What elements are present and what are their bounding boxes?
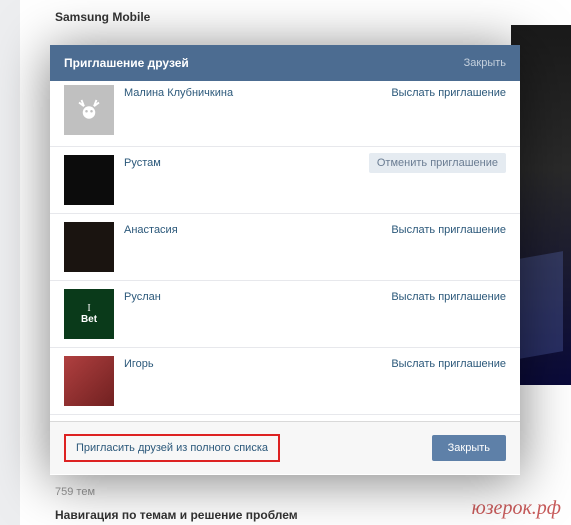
page-title[interactable]: Samsung Mobile [55,10,150,24]
friend-row: Рустам Отменить приглашение [50,147,520,214]
topic-count: 759 тем [55,486,95,498]
avatar[interactable] [64,222,114,272]
friend-name-link[interactable]: Рустам [124,155,161,169]
ad-banner[interactable] [511,25,571,385]
modal-title: Приглашение друзей [64,56,189,70]
friend-row: IBet Руслан Выслать приглашение [50,281,520,348]
modal-close-link[interactable]: Закрыть [464,57,506,69]
nav-topics-heading[interactable]: Навигация по темам и решение проблем [55,508,298,522]
avatar[interactable] [64,356,114,406]
modal-footer: Пригласить друзей из полного списка Закр… [50,421,520,474]
send-invite-link[interactable]: Выслать приглашение [391,85,506,99]
send-invite-link[interactable]: Выслать приглашение [391,289,506,303]
avatar[interactable] [64,155,114,205]
friend-name-link[interactable]: Малина Клубничкина [124,85,233,99]
send-invite-link[interactable]: Выслать приглашение [391,356,506,370]
invite-friends-modal: Приглашение друзей Закрыть Малина Клубни… [50,45,520,475]
friend-name-link[interactable]: Игорь [124,356,154,370]
friend-name-link[interactable]: Анастасия [124,222,178,236]
avatar[interactable] [64,85,114,135]
friend-row: Игорь Выслать приглашение [50,348,520,415]
avatar[interactable]: IBet [64,289,114,339]
friend-name-link[interactable]: Руслан [124,289,161,303]
friend-row: Анастасия Выслать приглашение [50,214,520,281]
friends-list[interactable]: Малина Клубничкина Выслать приглашение Рус… [50,81,520,421]
invite-from-full-list-link[interactable]: Пригласить друзей из полного списка [64,434,280,462]
close-button[interactable]: Закрыть [432,435,506,461]
cancel-invite-button[interactable]: Отменить приглашение [369,153,506,173]
send-invite-link[interactable]: Выслать приглашение [391,222,506,236]
watermark: юзерок.рф [472,497,561,520]
friend-row: Малина Клубничкина Выслать приглашение [50,81,520,147]
modal-header: Приглашение друзей Закрыть [50,45,520,81]
left-gutter [0,0,20,525]
